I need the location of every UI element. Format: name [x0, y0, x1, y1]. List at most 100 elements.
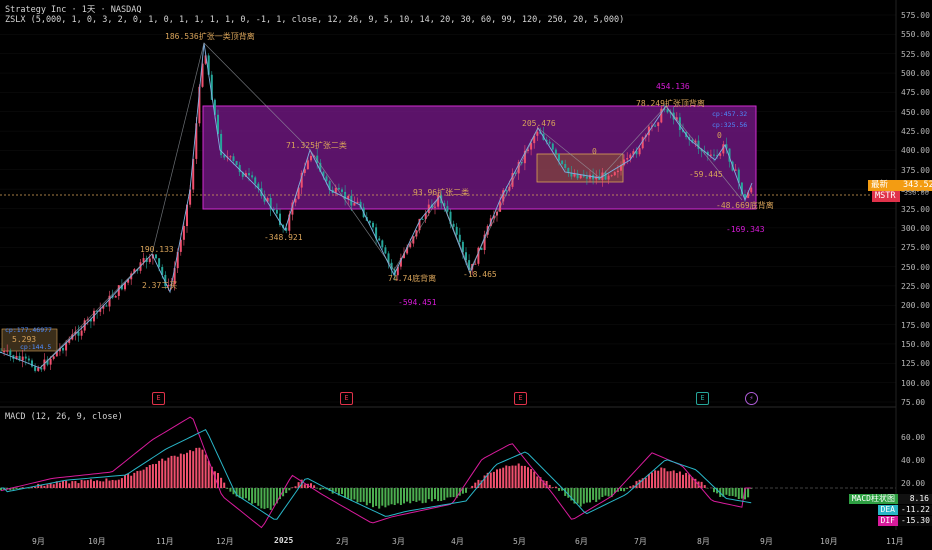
macd-bar [136, 471, 139, 488]
macd-bar [403, 488, 405, 504]
dividend-event-icon[interactable]: ⚡ [745, 392, 758, 405]
macd-bar [356, 488, 359, 503]
macd-bar [58, 482, 61, 488]
macd-bar [164, 460, 167, 488]
macd-bar [647, 473, 650, 488]
time-tick: 5月 [513, 537, 526, 546]
time-tick: 2025 [274, 536, 294, 545]
macd-bar [660, 467, 663, 488]
candle-body [616, 170, 619, 173]
price-tick: 200.00 [901, 301, 930, 311]
macd-bar [170, 455, 173, 488]
candle-body [306, 160, 309, 170]
candle-body [585, 176, 588, 179]
macd-tag-label: DIF [877, 516, 898, 526]
macd-bar [734, 488, 737, 497]
price-tick: 125.00 [901, 359, 930, 369]
macd-bar [124, 475, 126, 488]
macd-bar [303, 484, 306, 488]
earnings-event-icon[interactable]: E [152, 392, 165, 405]
macd-bar [130, 475, 133, 488]
chart-annotation: 0 [592, 147, 597, 156]
macd-title[interactable]: MACD (12, 26, 9, close) [5, 412, 123, 422]
macd-bar [728, 488, 731, 496]
macd-bar [288, 488, 291, 491]
macd-bar [517, 463, 520, 488]
macd-bar [189, 450, 192, 488]
candle-body [254, 177, 257, 184]
macd-bar [651, 472, 653, 488]
earnings-event-icon[interactable]: E [696, 392, 709, 405]
time-tick: 2月 [336, 537, 349, 546]
candle-body [734, 169, 737, 171]
macd-bar [269, 488, 272, 510]
chart-annotation: -18.465 [463, 270, 497, 279]
macd-bar [530, 469, 533, 488]
chart-annotation: -48.669底背离 [716, 201, 774, 210]
candle-body [604, 172, 607, 180]
macd-bar [424, 488, 427, 503]
macd-bar [430, 488, 433, 502]
macd-bar [127, 473, 130, 488]
candle-body [551, 143, 554, 150]
macd-bar [359, 488, 362, 503]
price-tick: 375.00 [901, 165, 930, 175]
macd-tag-value: -15.30 [898, 516, 932, 526]
price-tick: 525.00 [901, 49, 930, 59]
macd-bar [567, 488, 570, 498]
macd-bar [151, 464, 154, 488]
macd-bar [598, 488, 601, 500]
candle-body [378, 238, 381, 241]
last-price-label: 最新 [868, 180, 900, 191]
macd-bar [387, 488, 390, 506]
macd-bar [254, 488, 257, 503]
macd-bar [496, 469, 498, 488]
candle-body [158, 258, 161, 268]
macd-bar [263, 488, 266, 509]
macd-bar [576, 488, 579, 504]
chart-annotation: -348.921 [264, 233, 303, 242]
macd-bar [390, 488, 393, 505]
macd-bar [226, 488, 229, 489]
candle-body [638, 148, 641, 155]
symbol-title[interactable]: Strategy Inc · 1天 · NASDAQ [5, 3, 141, 15]
macd-bar [725, 488, 728, 495]
macd-bar [737, 488, 740, 500]
macd-bar [607, 488, 610, 497]
macd-bar [427, 488, 430, 500]
earnings-event-icon[interactable]: E [514, 392, 527, 405]
indicator-title[interactable]: ZSLX (5,000, 1, 0, 3, 2, 0, 1, 0, 1, 1, … [5, 15, 624, 25]
macd-bar [523, 465, 526, 488]
candle-body [27, 358, 30, 361]
macd-bar [505, 465, 508, 488]
time-tick: 9月 [32, 537, 45, 546]
macd-tick: 60.00 [901, 433, 926, 442]
macd-bar [68, 483, 71, 488]
earnings-event-icon[interactable]: E [340, 392, 353, 405]
chart-annotation: 190.133 [140, 245, 174, 254]
candle-body [114, 295, 117, 298]
macd-bar [437, 488, 440, 502]
macd-bar [148, 465, 151, 488]
price-tick: 425.00 [901, 127, 930, 137]
macd-bar [375, 488, 378, 506]
candle-body [384, 247, 387, 254]
chart-annotation: 93.96扩张二类 [413, 188, 470, 197]
macd-bar [381, 488, 384, 506]
macd-bar [182, 454, 185, 488]
macd-bar [89, 479, 92, 488]
macd-bar [272, 488, 275, 506]
macd-bar [145, 467, 148, 488]
candle-body [52, 356, 55, 359]
macd-bar [449, 488, 452, 498]
time-tick: 12月 [216, 537, 234, 546]
candle-body [37, 367, 40, 371]
candle-body [610, 175, 613, 177]
candle-body [325, 176, 328, 182]
chart-annotation: 74.74底背离 [388, 274, 437, 283]
macd-bar [316, 488, 319, 489]
candle-body [235, 161, 238, 165]
candle-body [232, 156, 235, 162]
price-tick: 175.00 [901, 320, 930, 330]
candle-body [446, 206, 449, 212]
